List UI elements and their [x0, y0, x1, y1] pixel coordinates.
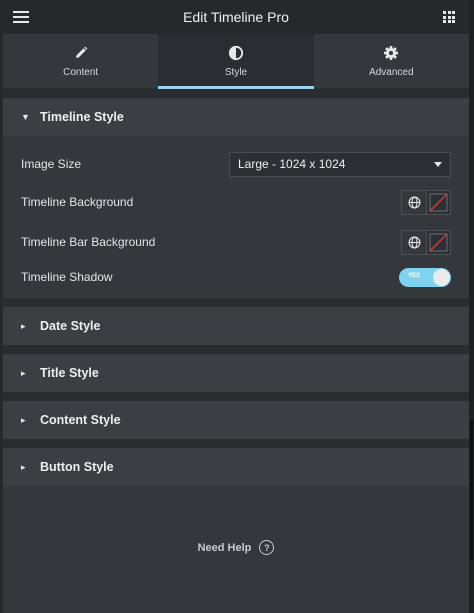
image-size-value: Large - 1024 x 1024: [238, 157, 346, 171]
tab-content-label: Content: [63, 66, 99, 78]
section-timeline-style-label: Timeline Style: [40, 110, 124, 124]
image-size-row: Image Size Large - 1024 x 1024: [21, 136, 451, 182]
tab-advanced-label: Advanced: [369, 66, 414, 78]
section-gap: [3, 89, 469, 98]
caret-down-icon: ▼: [21, 112, 30, 122]
image-size-label: Image Size: [21, 157, 82, 171]
section-button-style[interactable]: ▸ Button Style: [3, 448, 469, 486]
scrollbar-thumb[interactable]: [470, 420, 473, 560]
need-help-link[interactable]: Need Help ?: [3, 540, 469, 555]
question-circle-icon: ?: [259, 540, 275, 555]
caret-right-icon: ▸: [21, 367, 26, 378]
scrollbar[interactable]: [469, 0, 474, 613]
panel-header: Edit Timeline Pro: [3, 0, 469, 34]
timeline-background-label: Timeline Background: [21, 195, 134, 209]
section-date-style[interactable]: ▸ Date Style: [3, 307, 469, 345]
hamburger-menu-icon[interactable]: [13, 11, 29, 23]
timeline-shadow-label: Timeline Shadow: [21, 270, 113, 284]
panel-title: Edit Timeline Pro: [183, 9, 289, 25]
section-content-style[interactable]: ▸ Content Style: [3, 401, 469, 439]
color-swatch-empty[interactable]: [427, 230, 450, 254]
editor-panel: Edit Timeline Pro Content Style Advanced…: [3, 0, 469, 613]
toggle-knob: [433, 268, 450, 286]
section-button-style-label: Button Style: [40, 460, 114, 474]
pencil-icon: [75, 46, 88, 58]
section-content-style-label: Content Style: [40, 413, 121, 427]
tab-style[interactable]: Style: [158, 34, 314, 89]
panel-tabs: Content Style Advanced: [3, 34, 469, 89]
image-size-select[interactable]: Large - 1024 x 1024: [229, 151, 451, 177]
toggle-yes-text: YES: [408, 272, 421, 279]
global-colors-icon[interactable]: [402, 190, 427, 214]
tab-content[interactable]: Content: [3, 34, 158, 88]
grid-apps-icon[interactable]: [443, 11, 455, 23]
section-timeline-style[interactable]: ▼ Timeline Style: [3, 98, 469, 136]
chevron-down-icon: [434, 161, 442, 167]
need-help-label: Need Help: [197, 541, 252, 554]
caret-right-icon: ▸: [21, 414, 26, 425]
caret-right-icon: ▸: [21, 461, 26, 472]
color-swatch-empty[interactable]: [427, 190, 450, 214]
global-colors-icon[interactable]: [402, 230, 427, 254]
section-gap: [3, 298, 469, 307]
timeline-background-color-control: [401, 189, 451, 215]
contrast-circle-icon: [228, 45, 244, 60]
section-gap: [3, 345, 469, 354]
section-gap: [3, 439, 469, 448]
timeline-shadow-row: Timeline Shadow YES: [21, 262, 451, 298]
gear-icon: [384, 45, 399, 60]
section-date-style-label: Date Style: [40, 319, 101, 333]
timeline-bar-background-color-control: [401, 229, 451, 255]
timeline-bar-background-label: Timeline Bar Background: [21, 235, 156, 249]
tab-advanced[interactable]: Advanced: [314, 34, 469, 88]
timeline-shadow-toggle[interactable]: YES: [399, 267, 451, 287]
timeline-bar-background-row: Timeline Bar Background: [21, 222, 451, 262]
tab-style-label: Style: [224, 66, 248, 78]
caret-right-icon: ▸: [21, 320, 26, 331]
section-title-style[interactable]: ▸ Title Style: [3, 354, 469, 392]
timeline-style-controls: Image Size Large - 1024 x 1024 Timeline …: [3, 136, 469, 298]
section-title-style-label: Title Style: [40, 366, 99, 380]
section-gap: [3, 392, 469, 401]
timeline-background-row: Timeline Background: [21, 182, 451, 222]
